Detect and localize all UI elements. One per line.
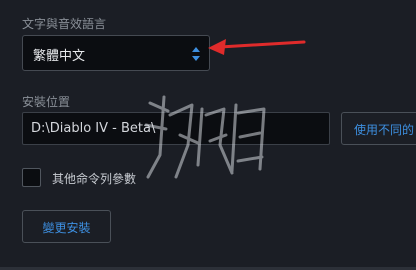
install-path-value: D:\Diablo IV - Beta\ xyxy=(31,121,156,136)
watermark-logo xyxy=(144,95,266,179)
install-settings-panel: 文字與音效語言 繁體中文 安裝位置 D:\Diablo IV - Beta\ 使… xyxy=(0,0,416,270)
language-select-value: 繁體中文 xyxy=(33,49,86,64)
extra-args-label: 其他命令列參數 xyxy=(52,172,137,186)
red-arrow-icon xyxy=(208,39,306,55)
browse-location-label: 使用不同的 xyxy=(354,123,415,137)
language-label: 文字與音效語言 xyxy=(22,17,107,31)
change-install-button[interactable]: 變更安裝 xyxy=(22,210,111,243)
browse-location-button[interactable]: 使用不同的 xyxy=(341,112,416,145)
language-select[interactable]: 繁體中文 xyxy=(22,35,210,71)
chevron-up-down-icon xyxy=(192,47,200,61)
extra-args-checkbox[interactable] xyxy=(22,168,41,187)
install-location-label: 安裝位置 xyxy=(22,95,71,109)
change-install-label: 變更安裝 xyxy=(42,221,91,235)
